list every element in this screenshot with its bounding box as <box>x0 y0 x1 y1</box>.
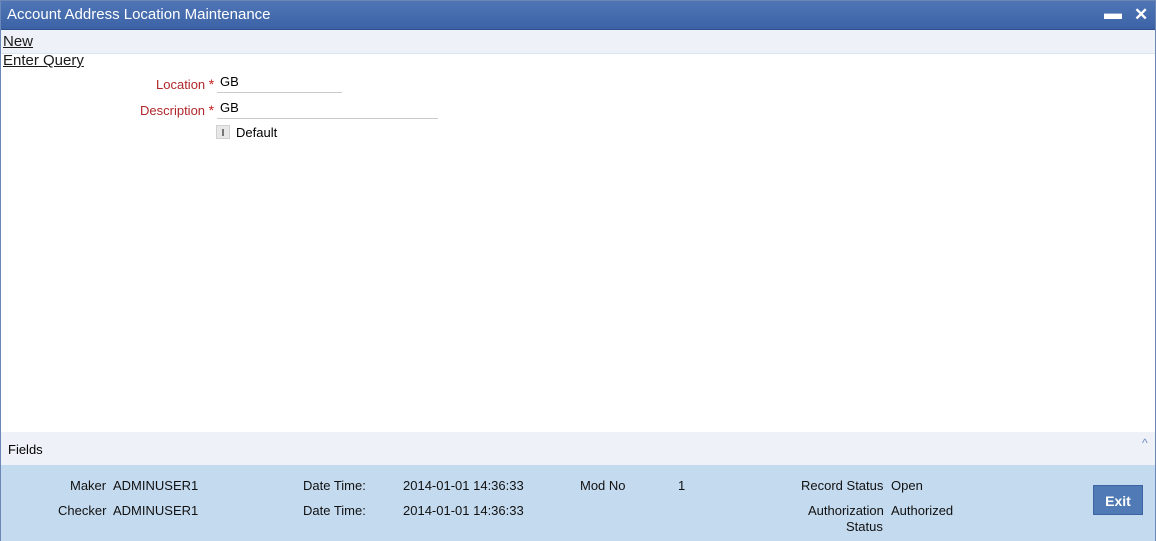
close-icon[interactable]: ✕ <box>1134 5 1148 25</box>
window-title: Account Address Location Maintenance <box>7 6 271 23</box>
location-input[interactable] <box>217 71 342 93</box>
maintenance-window: Account Address Location Maintenance ▬ ✕… <box>0 0 1156 541</box>
fields-label: Fields <box>8 442 43 457</box>
required-marker: * <box>208 102 215 118</box>
authorization-status-label: Authorization <box>808 503 884 518</box>
title-bar: Account Address Location Maintenance ▬ ✕ <box>1 1 1155 30</box>
fields-section[interactable]: Fields ^ <box>1 432 1155 465</box>
new-link[interactable]: New <box>3 33 33 50</box>
description-input[interactable] <box>217 97 438 119</box>
default-label: Default <box>236 125 278 140</box>
mod-no-value: 1 <box>678 478 686 493</box>
checker-datetime-label: Date Time: <box>303 503 366 518</box>
toolbar <box>1 30 1155 54</box>
checker-value: ADMINUSER1 <box>113 503 199 518</box>
default-checkbox[interactable] <box>216 125 230 139</box>
location-label: Location * <box>156 76 215 92</box>
record-status-value: Open <box>891 478 923 493</box>
maker-value: ADMINUSER1 <box>113 478 199 493</box>
mod-no-label: Mod No <box>580 478 626 493</box>
minimize-icon[interactable]: ▬ <box>1104 3 1122 23</box>
checker-datetime-value: 2014-01-01 14:36:33 <box>403 503 524 518</box>
record-status-label: Record Status <box>801 478 884 493</box>
authorization-status-label-line2: Status <box>846 519 883 534</box>
authorization-status-value: Authorized <box>891 503 954 518</box>
maker-datetime-label: Date Time: <box>303 478 366 493</box>
maker-datetime-value: 2014-01-01 14:36:33 <box>403 478 524 493</box>
checker-label: Checker <box>58 503 107 518</box>
enter-query-link[interactable]: Enter Query <box>3 52 84 69</box>
required-marker: * <box>208 76 215 92</box>
maker-label: Maker <box>70 478 107 493</box>
description-label: Description * <box>140 102 215 118</box>
collapse-icon[interactable]: ^ <box>1142 436 1148 450</box>
exit-button[interactable]: Exit <box>1093 485 1143 515</box>
